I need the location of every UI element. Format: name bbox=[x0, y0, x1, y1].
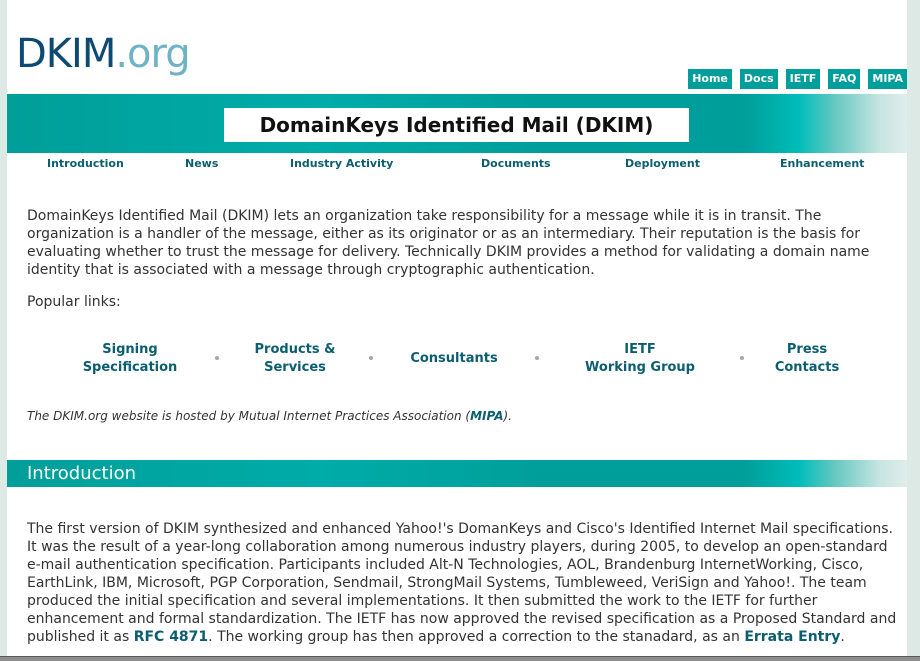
site-logo[interactable]: DKIM.org bbox=[16, 30, 191, 78]
top-nav: Home Docs IETF FAQ MIPA bbox=[688, 69, 907, 89]
section-nav-news[interactable]: News bbox=[185, 157, 218, 170]
section-nav: Introduction News Industry Activity Docu… bbox=[7, 157, 907, 173]
popular-link-signing-specification[interactable]: Signing Specification bbox=[83, 341, 178, 377]
introduction-text-2: . The working group has then approved a … bbox=[208, 629, 745, 645]
hosted-note: The DKIM.org website is hosted by Mutual… bbox=[27, 409, 512, 423]
banner: DomainKeys Identified Mail (DKIM) bbox=[7, 94, 907, 153]
section-nav-introduction[interactable]: Introduction bbox=[47, 157, 124, 170]
section-nav-industry-activity[interactable]: Industry Activity bbox=[290, 157, 393, 170]
banner-title-box: DomainKeys Identified Mail (DKIM) bbox=[224, 108, 689, 142]
top-nav-ietf[interactable]: IETF bbox=[785, 69, 821, 89]
page-title: DomainKeys Identified Mail (DKIM) bbox=[259, 113, 654, 137]
top-nav-home[interactable]: Home bbox=[688, 69, 732, 89]
section-title: Introduction bbox=[27, 463, 137, 484]
popular-link-line2: Services bbox=[264, 360, 326, 375]
introduction-text-1: The first version of DKIM synthesized an… bbox=[27, 521, 897, 645]
popular-link-ietf-working-group[interactable]: IETF Working Group bbox=[585, 341, 695, 377]
top-nav-docs[interactable]: Docs bbox=[739, 69, 778, 89]
hosted-note-end: ). bbox=[503, 409, 512, 423]
page-container: DKIM.org Home Docs IETF FAQ MIPA DomainK… bbox=[7, 0, 907, 660]
popular-link-consultants[interactable]: Consultants bbox=[410, 350, 497, 368]
bullet-separator bbox=[215, 356, 219, 360]
introduction-body: The first version of DKIM synthesized an… bbox=[27, 520, 899, 646]
popular-link-line2: Specification bbox=[82, 360, 178, 375]
popular-link-line1: Products & bbox=[254, 342, 336, 357]
rfc-4871-link[interactable]: RFC 4871 bbox=[134, 629, 208, 645]
bullet-separator bbox=[369, 356, 373, 360]
popular-links-label: Popular links: bbox=[27, 294, 121, 310]
section-nav-documents[interactable]: Documents bbox=[481, 157, 551, 170]
popular-link-line1: Consultants bbox=[410, 351, 498, 366]
popular-link-line2: Contacts bbox=[774, 360, 840, 375]
intro-paragraph: DomainKeys Identified Mail (DKIM) lets a… bbox=[27, 208, 870, 278]
popular-link-line2: Working Group bbox=[585, 360, 695, 375]
introduction-text-3: . bbox=[840, 629, 845, 645]
logo-primary: DKIM bbox=[16, 31, 116, 77]
bullet-separator bbox=[740, 356, 744, 360]
popular-link-line1: Signing bbox=[102, 342, 158, 357]
hosted-note-text: The DKIM.org website is hosted by Mutual… bbox=[27, 409, 471, 423]
popular-links: Signing Specification Products & Service… bbox=[7, 341, 907, 381]
bullet-separator bbox=[535, 356, 539, 360]
popular-link-line1: IETF bbox=[624, 342, 656, 357]
popular-link-line1: Press bbox=[786, 342, 828, 357]
popular-link-products-services[interactable]: Products & Services bbox=[255, 341, 336, 377]
errata-entry-link[interactable]: Errata Entry bbox=[744, 629, 840, 645]
introduction-section-header: Introduction bbox=[7, 460, 907, 487]
mipa-link[interactable]: MIPA bbox=[470, 409, 503, 423]
horizontal-scrollbar[interactable] bbox=[0, 656, 920, 661]
section-nav-deployment[interactable]: Deployment bbox=[625, 157, 700, 170]
popular-link-press-contacts[interactable]: Press Contacts bbox=[775, 341, 839, 377]
section-nav-enhancement[interactable]: Enhancement bbox=[780, 157, 864, 170]
top-nav-faq[interactable]: FAQ bbox=[828, 69, 861, 89]
top-nav-mipa[interactable]: MIPA bbox=[868, 69, 907, 89]
logo-secondary: .org bbox=[115, 31, 190, 77]
